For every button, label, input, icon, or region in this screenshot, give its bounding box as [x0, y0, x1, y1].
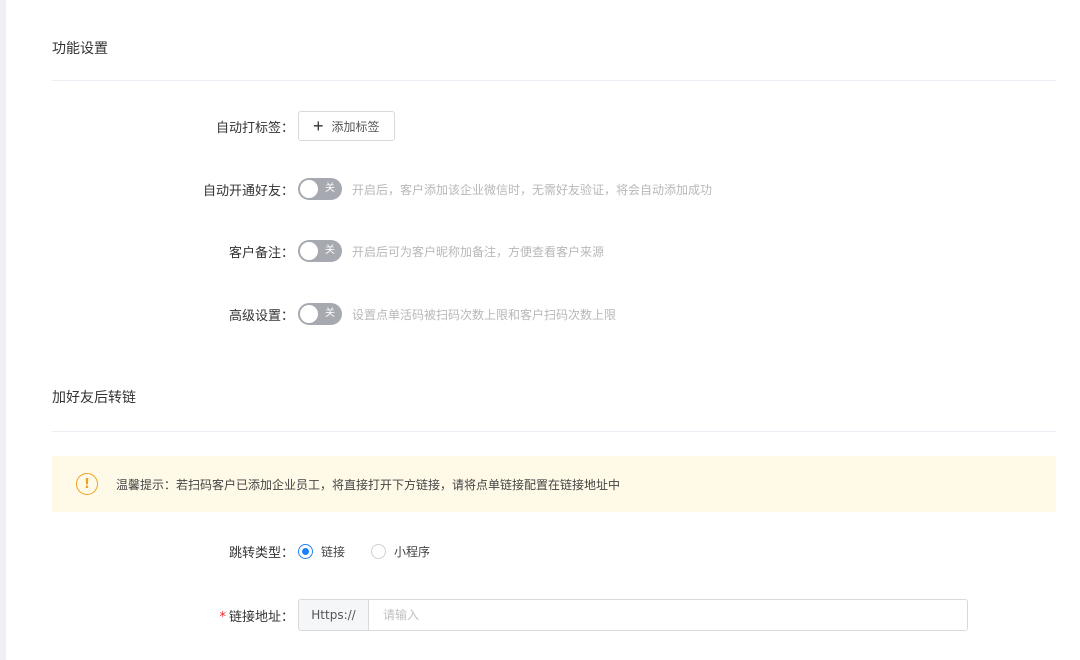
section-title-function-settings: 功能设置	[52, 41, 108, 57]
auto-friend-label: 自动开通好友：	[202, 183, 294, 199]
switch-knob	[300, 305, 318, 323]
form-row-redirect-type: 跳转类型： 链接 小程序	[52, 535, 1056, 567]
section-divider	[52, 80, 1056, 81]
link-address-input-group: Https://	[298, 599, 968, 631]
advanced-settings-hint: 设置点单活码被扫码次数上限和客户扫码次数上限	[352, 307, 617, 322]
auto-friend-switch[interactable]: 关	[298, 178, 342, 200]
radio-mini-program[interactable]: 小程序	[371, 543, 430, 560]
switch-off-text: 关	[325, 183, 335, 194]
radio-checked-icon	[298, 543, 313, 559]
settings-panel: 功能设置 自动打标签： + 添加标签 自动开通好友： 关 开启后，客户添加该企业…	[52, 0, 1056, 660]
switch-off-text: 关	[325, 308, 335, 319]
link-address-label-text: 链接地址：	[228, 609, 294, 625]
form-row-auto-friend: 自动开通好友： 关 开启后，客户添加该企业微信时，无需好友验证，将会自动添加成功	[52, 173, 1056, 205]
add-tag-button-label: 添加标签	[331, 119, 380, 134]
form-row-link-address: * 链接地址： Https://	[52, 599, 1056, 631]
add-tag-button[interactable]: + 添加标签	[298, 111, 395, 141]
switch-knob	[300, 242, 318, 260]
form-row-auto-tag: 自动打标签： + 添加标签	[52, 110, 1056, 142]
customer-remark-label: 客户备注：	[228, 245, 294, 261]
advanced-settings-label: 高级设置：	[228, 308, 294, 324]
form-row-advanced-settings: 高级设置： 关 设置点单活码被扫码次数上限和客户扫码次数上限	[52, 298, 1056, 330]
radio-link-label: 链接	[321, 544, 346, 559]
radio-mini-program-label: 小程序	[394, 544, 431, 559]
alert-text: 温馨提示：若扫码客户已添加企业员工，将直接打开下方链接，请将点单链接配置在链接地…	[116, 477, 621, 492]
left-rail	[0, 0, 6, 660]
auto-tag-label: 自动打标签：	[215, 120, 294, 136]
redirect-type-label: 跳转类型：	[228, 545, 294, 561]
radio-unchecked-icon	[371, 543, 387, 559]
form-row-customer-remark: 客户备注： 关 开启后可为客户昵称加备注，方便查看客户来源	[52, 235, 1056, 267]
radio-link[interactable]: 链接	[298, 543, 345, 560]
warm-tip-alert: ! 温馨提示：若扫码客户已添加企业员工，将直接打开下方链接，请将点单链接配置在链…	[52, 456, 1056, 512]
auto-friend-hint: 开启后，客户添加该企业微信时，无需好友验证，将会自动添加成功	[352, 182, 713, 197]
section-divider	[52, 431, 1056, 432]
switch-knob	[300, 180, 318, 198]
section-title-redirect: 加好友后转链	[52, 390, 136, 406]
link-address-input[interactable]	[369, 600, 967, 630]
link-address-label: * 链接地址：	[52, 606, 298, 625]
advanced-settings-switch[interactable]: 关	[298, 303, 342, 325]
exclamation-circle-icon: !	[76, 473, 98, 495]
url-prefix: Https://	[299, 600, 369, 630]
customer-remark-hint: 开启后可为客户昵称加备注，方便查看客户来源	[352, 244, 605, 259]
switch-off-text: 关	[325, 245, 335, 256]
plus-icon: +	[313, 116, 324, 136]
required-mark: *	[219, 609, 226, 625]
customer-remark-switch[interactable]: 关	[298, 240, 342, 262]
